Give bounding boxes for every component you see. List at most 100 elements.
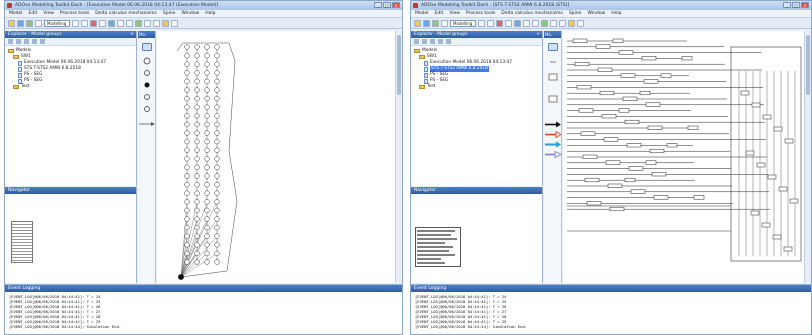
- arrow-right-icon[interactable]: [545, 131, 561, 138]
- state-node: [204, 173, 210, 179]
- state-box: [651, 172, 667, 177]
- circle-tool-icon[interactable]: [142, 93, 152, 101]
- arrow-right-icon[interactable]: [545, 121, 561, 128]
- filled-circle-tool-icon[interactable]: [142, 81, 152, 89]
- rectangle-tool-icon[interactable]: [548, 95, 558, 103]
- redo-icon[interactable]: [108, 19, 115, 27]
- filter-icon[interactable]: [40, 39, 45, 44]
- redo-icon[interactable]: [514, 19, 521, 27]
- simulate-icon[interactable]: [541, 19, 548, 27]
- menu-spine[interactable]: Spine: [569, 10, 582, 17]
- refresh-icon[interactable]: [414, 39, 419, 44]
- pointer-tool-icon[interactable]: [142, 43, 152, 51]
- close-button[interactable]: ×: [392, 2, 400, 8]
- circle-tool-icon[interactable]: [142, 69, 152, 77]
- minimize-button[interactable]: _: [374, 2, 382, 8]
- align-icon[interactable]: [559, 19, 566, 27]
- circle-tool-icon[interactable]: [142, 57, 152, 65]
- start-node: [178, 274, 184, 280]
- mode-select[interactable]: Modelling: [450, 19, 476, 27]
- menu-spine[interactable]: Spine: [163, 10, 176, 17]
- new-folder-icon[interactable]: [16, 39, 21, 44]
- circle-tool-icon[interactable]: [142, 105, 152, 113]
- menu-window[interactable]: Window: [181, 10, 199, 17]
- state-node: [214, 44, 220, 50]
- close-icon[interactable]: ×: [536, 31, 540, 38]
- sort-icon[interactable]: [32, 39, 37, 44]
- simulate-icon[interactable]: [135, 19, 142, 27]
- open-icon[interactable]: [17, 19, 24, 27]
- menu-help[interactable]: Help: [205, 10, 215, 17]
- zoom-out-icon[interactable]: [126, 19, 133, 27]
- state-box: [612, 38, 624, 43]
- zoom-in-icon[interactable]: [117, 19, 124, 27]
- rectangle-tool-icon[interactable]: [548, 73, 558, 81]
- search-icon[interactable]: [577, 19, 584, 27]
- zoom-in-icon[interactable]: [523, 19, 530, 27]
- refresh-icon[interactable]: [8, 39, 13, 44]
- close-icon[interactable]: ×: [130, 31, 134, 38]
- minimize-button[interactable]: _: [783, 2, 791, 8]
- arrow-right-icon[interactable]: [545, 141, 561, 148]
- menu-model[interactable]: Model: [415, 10, 429, 17]
- menu-edit[interactable]: Edit: [29, 10, 38, 17]
- close-button[interactable]: ×: [801, 2, 809, 8]
- menu-help[interactable]: Help: [611, 10, 621, 17]
- paste-icon[interactable]: [496, 19, 503, 27]
- zoom-out-icon[interactable]: [532, 19, 539, 27]
- menu-process-tools[interactable]: Process tools: [60, 10, 89, 17]
- model-canvas[interactable]: [157, 31, 402, 283]
- navigator-thumbnail[interactable]: [11, 221, 33, 263]
- menu-view[interactable]: View: [449, 10, 460, 17]
- menu-edit[interactable]: Edit: [435, 10, 444, 17]
- maximize-button[interactable]: □: [383, 2, 391, 8]
- layout-icon[interactable]: [568, 19, 575, 27]
- undo-icon[interactable]: [505, 19, 512, 27]
- layout-icon[interactable]: [162, 19, 169, 27]
- save-icon[interactable]: [432, 19, 439, 27]
- mode-select[interactable]: Modelling: [44, 19, 70, 27]
- print-icon[interactable]: [35, 19, 42, 27]
- new-folder-icon[interactable]: [422, 39, 427, 44]
- model-canvas[interactable]: [563, 31, 811, 283]
- print-icon[interactable]: [441, 19, 448, 27]
- cut-icon[interactable]: [72, 19, 79, 27]
- filter-icon[interactable]: [446, 39, 451, 44]
- delete-icon[interactable]: [430, 39, 435, 44]
- menu-window[interactable]: Window: [587, 10, 605, 17]
- align-icon[interactable]: [153, 19, 160, 27]
- menu-process-tools[interactable]: Process tools: [466, 10, 495, 17]
- undo-icon[interactable]: [99, 19, 106, 27]
- navigator-thumbnail[interactable]: [415, 227, 461, 267]
- tree-node-test[interactable]: Test: [414, 84, 542, 90]
- arrow-right-icon[interactable]: [545, 151, 561, 158]
- maximize-button[interactable]: □: [792, 2, 800, 8]
- scrollbar-thumb[interactable]: [806, 35, 810, 95]
- copy-icon[interactable]: [81, 19, 88, 27]
- search-icon[interactable]: [171, 19, 178, 27]
- delete-icon[interactable]: [24, 39, 29, 44]
- vertical-scrollbar[interactable]: [804, 31, 811, 283]
- menu-delta-calculus[interactable]: Delta calculus mechanisms: [95, 10, 157, 17]
- grid-icon[interactable]: [550, 19, 557, 27]
- new-icon[interactable]: [8, 19, 15, 27]
- cut-icon[interactable]: [478, 19, 485, 27]
- menu-view[interactable]: View: [43, 10, 54, 17]
- grid-icon[interactable]: [144, 19, 151, 27]
- menu-delta-calculus[interactable]: Delta calculus mechanisms: [501, 10, 563, 17]
- scrollbar-thumb[interactable]: [397, 35, 401, 95]
- tree-node-test[interactable]: Test: [8, 84, 136, 90]
- vertical-scrollbar[interactable]: [395, 31, 402, 283]
- save-icon[interactable]: [26, 19, 33, 27]
- copy-icon[interactable]: [487, 19, 494, 27]
- arrow-right-icon[interactable]: [139, 121, 155, 127]
- menu-model[interactable]: Model: [9, 10, 23, 17]
- new-icon[interactable]: [414, 19, 421, 27]
- paste-icon[interactable]: [90, 19, 97, 27]
- state-box: [578, 108, 594, 113]
- small-line-tool-icon[interactable]: [548, 59, 558, 65]
- state-node: [204, 78, 210, 85]
- sort-icon[interactable]: [438, 39, 443, 44]
- open-icon[interactable]: [423, 19, 430, 27]
- pointer-tool-icon[interactable]: [548, 43, 558, 51]
